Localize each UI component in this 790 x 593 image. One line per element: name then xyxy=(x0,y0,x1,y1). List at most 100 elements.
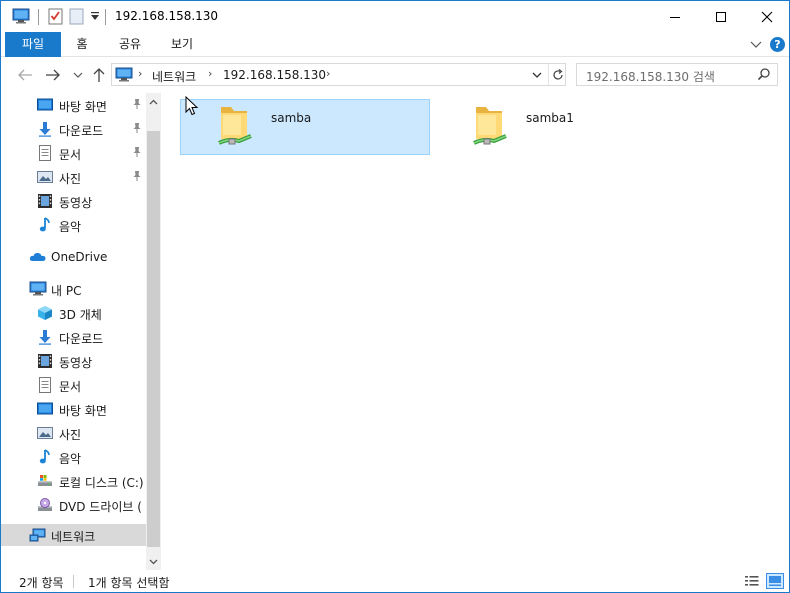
nav-item-label: 바탕 화면 xyxy=(59,100,107,114)
refresh-button[interactable] xyxy=(548,64,566,85)
breadcrumb-separator-icon[interactable]: › xyxy=(326,67,330,80)
forward-button[interactable] xyxy=(43,66,63,84)
nav-item-desktop[interactable]: 바탕 화면 xyxy=(1,94,146,116)
nav-item-network[interactable]: 네트워크 xyxy=(1,524,146,546)
navigation-bar: › 네트워크 › 192.168.158.130 › 192.168.158.1… xyxy=(1,57,789,93)
nav-item-local-disk[interactable]: 로컬 디스크 (C:) xyxy=(1,470,146,492)
breadcrumb-separator-icon[interactable]: › xyxy=(138,67,142,80)
nav-item-music[interactable]: 음악 xyxy=(1,214,146,236)
list-item[interactable]: samba1 xyxy=(435,99,685,155)
up-arrow-icon xyxy=(93,68,105,82)
scroll-down-button[interactable] xyxy=(146,553,161,570)
nav-item-videos[interactable]: 동영상 xyxy=(1,190,146,212)
computer-icon xyxy=(115,67,133,85)
new-folder-icon[interactable] xyxy=(69,8,84,26)
nav-item-videos[interactable]: 동영상 xyxy=(1,350,146,372)
nav-item-3d-objects[interactable]: 3D 개체 xyxy=(1,302,146,324)
search-box[interactable]: 192.168.158.130 검색 xyxy=(576,63,778,86)
explorer-window: 192.168.158.130 파일 홈 공유 보기 ? › 네트워크 › 19… xyxy=(0,0,790,593)
recent-locations-button[interactable] xyxy=(71,66,85,84)
nav-item-label: 동영상 xyxy=(59,356,93,370)
nav-item-this-pc[interactable]: 내 PC xyxy=(1,278,146,300)
expand-ribbon-icon[interactable] xyxy=(750,39,762,53)
help-icon[interactable]: ? xyxy=(770,37,785,52)
search-input[interactable]: 192.168.158.130 검색 xyxy=(586,68,715,85)
onedrive-icon xyxy=(29,249,46,265)
computer-icon xyxy=(29,281,47,297)
nav-item-label: 내 PC xyxy=(51,284,82,298)
window-title: 192.168.158.130 xyxy=(115,9,219,23)
nav-item-dvd-drive[interactable]: DVD 드라이브 ( xyxy=(1,494,146,516)
nav-item-music[interactable]: 음악 xyxy=(1,446,146,468)
mouse-cursor-icon xyxy=(185,95,199,119)
chevron-up-icon xyxy=(149,99,158,104)
nav-item-label: 음악 xyxy=(59,220,82,234)
nav-item-label: 다운로드 xyxy=(59,124,104,138)
minimize-button[interactable] xyxy=(652,1,698,32)
nav-item-pictures[interactable]: 사진 xyxy=(1,166,146,188)
file-list: samba samba1 xyxy=(161,93,789,570)
forward-arrow-icon xyxy=(46,69,60,81)
address-bar[interactable]: › 네트워크 › 192.168.158.130 › xyxy=(111,63,566,86)
shared-folder-icon xyxy=(472,103,512,152)
up-button[interactable] xyxy=(89,66,109,84)
back-arrow-icon xyxy=(18,69,32,81)
nav-item-onedrive[interactable]: OneDrive xyxy=(1,246,146,268)
item-count: 2개 항목 xyxy=(19,576,64,590)
pictures-icon xyxy=(37,425,53,441)
tab-view[interactable]: 보기 xyxy=(164,32,200,57)
scrollbar-thumb[interactable] xyxy=(147,131,160,547)
quick-access-divider xyxy=(38,9,39,25)
breadcrumb-network[interactable]: 네트워크 xyxy=(152,68,196,85)
3d-objects-icon xyxy=(37,305,53,321)
nav-item-downloads[interactable]: 다운로드 xyxy=(1,118,146,140)
desktop-icon xyxy=(37,97,53,113)
breadcrumb-separator-icon[interactable]: › xyxy=(208,67,212,80)
navigation-pane: 바탕 화면 다운로드 문서 사진 동영상 음악 OneDrive 내 PC 3D… xyxy=(1,93,161,570)
pin-icon[interactable] xyxy=(131,170,143,185)
item-name: samba xyxy=(271,111,312,125)
customize-toolbar-icon[interactable] xyxy=(90,10,100,28)
local-disk-icon xyxy=(37,473,53,489)
tab-home[interactable]: 홈 xyxy=(70,32,94,57)
nav-item-documents[interactable]: 문서 xyxy=(1,142,146,164)
nav-item-desktop[interactable]: 바탕 화면 xyxy=(1,398,146,420)
nav-item-label: 음악 xyxy=(59,452,82,466)
download-icon xyxy=(37,329,53,345)
minimize-icon xyxy=(670,16,680,18)
close-button[interactable] xyxy=(744,1,789,32)
breadcrumb-host[interactable]: 192.168.158.130 xyxy=(223,68,326,82)
pin-icon[interactable] xyxy=(131,98,143,113)
pin-icon[interactable] xyxy=(131,122,143,137)
title-divider xyxy=(105,9,106,25)
pictures-icon xyxy=(37,169,53,185)
details-view-icon[interactable] xyxy=(744,574,760,591)
list-item[interactable]: samba xyxy=(180,99,430,155)
tab-share[interactable]: 공유 xyxy=(112,32,148,57)
shared-folder-icon xyxy=(217,103,257,152)
properties-icon[interactable] xyxy=(48,8,63,26)
back-button[interactable] xyxy=(15,66,35,84)
refresh-icon xyxy=(552,68,563,80)
search-icon[interactable] xyxy=(757,67,771,84)
pin-icon[interactable] xyxy=(131,146,143,161)
chevron-down-icon xyxy=(532,72,542,78)
nav-item-label: DVD 드라이브 ( xyxy=(59,500,142,514)
network-icon xyxy=(29,527,46,543)
nav-pane-scrollbar[interactable] xyxy=(146,93,161,570)
computer-icon[interactable] xyxy=(12,8,30,26)
status-divider xyxy=(73,575,74,588)
nav-item-label: 동영상 xyxy=(59,196,93,210)
nav-item-label: 로컬 디스크 (C:) xyxy=(59,476,144,490)
item-name: samba1 xyxy=(526,111,574,125)
nav-item-pictures[interactable]: 사진 xyxy=(1,422,146,444)
maximize-button[interactable] xyxy=(698,1,744,32)
tab-file[interactable]: 파일 xyxy=(5,32,61,57)
nav-item-downloads[interactable]: 다운로드 xyxy=(1,326,146,348)
chevron-down-icon xyxy=(73,72,83,78)
nav-item-label: 사진 xyxy=(59,172,82,186)
address-dropdown-button[interactable] xyxy=(528,64,546,85)
scroll-up-button[interactable] xyxy=(146,93,161,110)
large-icons-view-icon[interactable] xyxy=(766,573,784,592)
nav-item-documents[interactable]: 문서 xyxy=(1,374,146,396)
